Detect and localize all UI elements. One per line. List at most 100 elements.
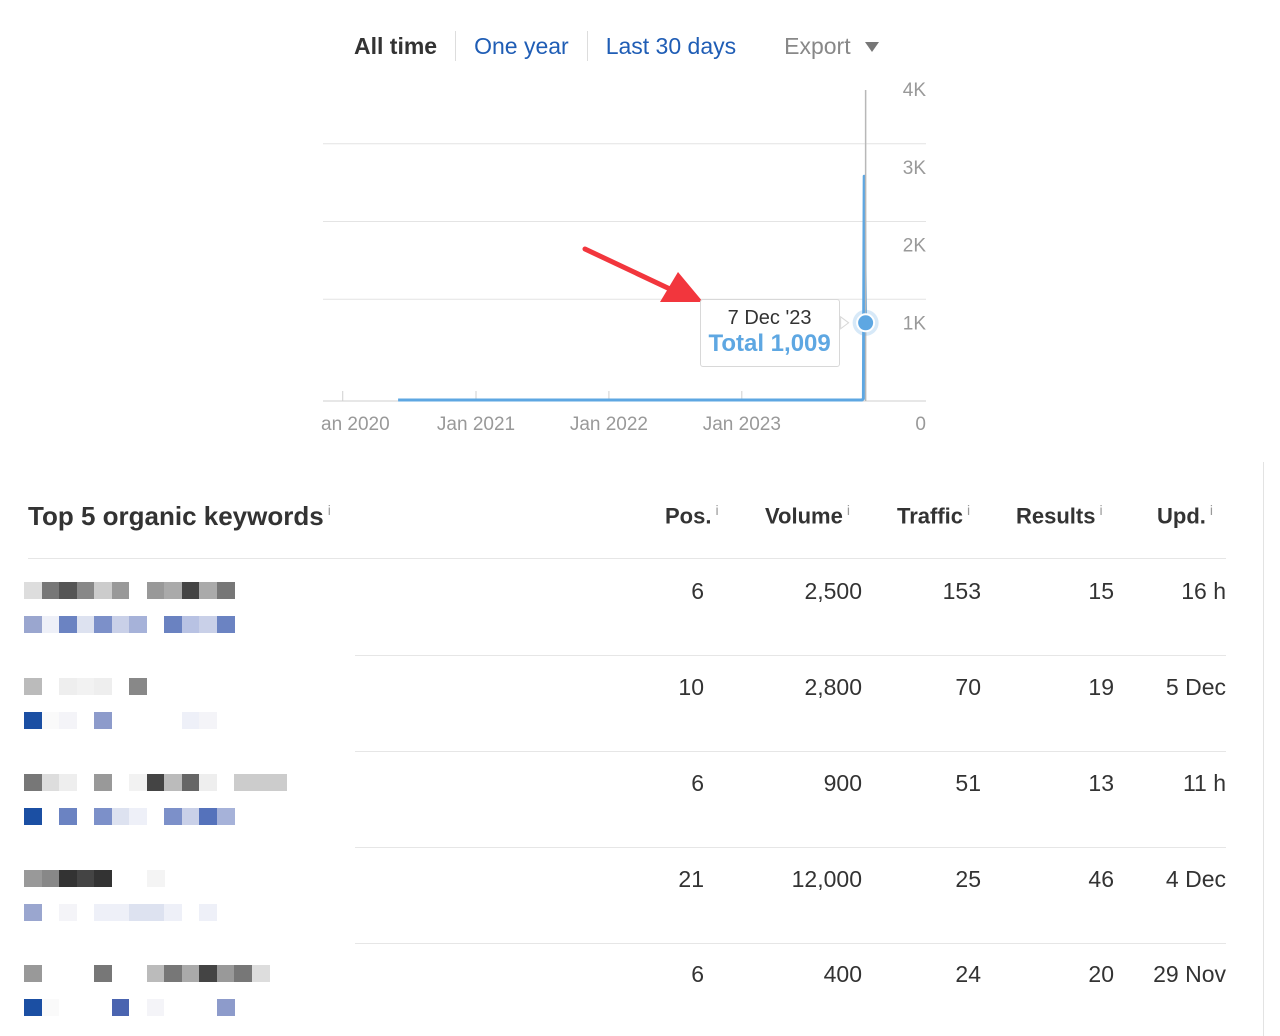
mosaic-pixel — [164, 582, 182, 599]
cell-pos: 10 — [678, 674, 704, 700]
mosaic-pixel — [111, 999, 130, 1016]
x-tick-label: an 2020 — [321, 414, 390, 435]
mosaic-pixel — [216, 616, 235, 633]
mosaic-pixel — [269, 774, 287, 791]
mosaic-pixel — [24, 774, 42, 791]
mosaic-pixel — [199, 774, 217, 791]
mosaic-pixel — [111, 774, 130, 791]
mosaic-pixel — [216, 774, 235, 791]
tab-one-year[interactable]: One year — [456, 30, 587, 62]
table-row[interactable]: 6 900 51 13 11 h — [0, 752, 1280, 848]
mosaic-pixel — [59, 870, 77, 887]
mosaic-pixel — [94, 582, 112, 599]
mosaic-pixel — [41, 808, 60, 825]
annotation-arrow-shaft — [582, 246, 675, 293]
mosaic-pixel — [199, 712, 217, 729]
info-icon[interactable]: i — [967, 502, 970, 518]
y-tick-label: 1K — [903, 313, 927, 334]
cell-pos: 6 — [691, 578, 704, 604]
table-row[interactable]: 6 2,500 153 15 16 h — [0, 560, 1280, 656]
mosaic-pixel — [181, 616, 200, 633]
column-volume[interactable]: Volume i — [765, 502, 850, 529]
x-tick-label: Jan 2023 — [703, 414, 781, 435]
mosaic-pixel — [251, 965, 270, 982]
mosaic-pixel — [146, 870, 165, 887]
cell-traffic: 25 — [955, 866, 981, 892]
mosaic-pixel — [146, 808, 165, 825]
mosaic-pixel — [129, 582, 147, 599]
range-selector: All time One year Last 30 days Export — [354, 28, 879, 64]
tab-all-time[interactable]: All time — [354, 30, 455, 62]
tooltip-total: Total 1,009 — [708, 329, 831, 357]
mosaic-pixel — [216, 808, 235, 825]
mosaic-pixel — [41, 678, 60, 695]
mosaic-pixel — [41, 870, 60, 887]
info-icon[interactable]: i — [715, 502, 718, 518]
table-row[interactable]: 21 12,000 25 46 4 Dec — [0, 848, 1280, 944]
mosaic-pixel — [76, 870, 95, 887]
info-icon[interactable]: i — [328, 502, 331, 518]
mosaic-pixel — [181, 965, 200, 982]
column-traffic[interactable]: Traffic i — [897, 502, 970, 529]
info-icon[interactable]: i — [1210, 502, 1213, 518]
mosaic-pixel — [129, 904, 147, 921]
mosaic-pixel — [59, 616, 77, 633]
mosaic-pixel — [199, 904, 217, 921]
export-dropdown[interactable]: Export — [784, 33, 879, 60]
mosaic-pixel — [94, 999, 112, 1016]
info-icon[interactable]: i — [847, 502, 850, 518]
table-row[interactable]: 6 400 24 20 29 Nov — [0, 943, 1280, 1036]
mosaic-pixel — [59, 774, 77, 791]
mosaic-pixel — [129, 965, 147, 982]
mosaic-pixel — [76, 904, 95, 921]
mosaic-pixel — [76, 965, 95, 982]
cell-pos: 6 — [691, 770, 704, 796]
mosaic-pixel — [146, 999, 165, 1016]
mosaic-pixel — [94, 774, 112, 791]
table-row[interactable]: 10 2,800 70 19 5 Dec — [0, 656, 1280, 752]
mosaic-pixel — [24, 870, 42, 887]
mosaic-pixel — [59, 678, 77, 695]
column-results[interactable]: Results i — [1016, 502, 1103, 529]
cell-volume: 12,000 — [791, 866, 862, 892]
cell-volume: 400 — [823, 961, 862, 987]
mosaic-pixel — [94, 678, 112, 695]
mosaic-pixel — [24, 904, 42, 921]
mosaic-pixel — [164, 999, 182, 1016]
mosaic-pixel — [129, 808, 147, 825]
mosaic-pixel — [111, 712, 130, 729]
mosaic-pixel — [146, 712, 165, 729]
column-pos[interactable]: Pos. i — [665, 502, 719, 529]
mosaic-pixel — [94, 870, 112, 887]
mosaic-pixel — [94, 965, 112, 982]
mosaic-pixel — [129, 678, 147, 695]
mosaic-pixel — [129, 616, 147, 633]
mosaic-pixel — [59, 808, 77, 825]
mosaic-pixel — [199, 808, 217, 825]
mosaic-pixel — [76, 808, 95, 825]
mosaic-pixel — [146, 582, 165, 599]
mosaic-pixel — [199, 965, 217, 982]
header-divider — [28, 558, 1226, 559]
mosaic-pixel — [181, 712, 200, 729]
chart-tooltip: 7 Dec '23 Total 1,009 — [699, 298, 840, 367]
tooltip-date: 7 Dec '23 — [727, 306, 812, 329]
caret-down-icon — [864, 42, 879, 52]
mosaic-pixel — [24, 965, 42, 982]
mosaic-pixel — [76, 582, 95, 599]
column-upd[interactable]: Upd. i — [1157, 502, 1213, 529]
info-icon[interactable]: i — [1099, 502, 1102, 518]
mosaic-pixel — [76, 774, 95, 791]
mosaic-pixel — [24, 712, 42, 729]
tab-last-30-days[interactable]: Last 30 days — [588, 30, 754, 62]
mosaic-pixel — [181, 808, 200, 825]
mosaic-pixel — [59, 965, 77, 982]
cell-upd: 4 Dec — [1165, 866, 1226, 892]
mosaic-pixel — [59, 582, 77, 599]
mosaic-pixel — [41, 904, 60, 921]
mosaic-pixel — [41, 712, 60, 729]
mosaic-pixel — [41, 582, 60, 599]
y-tick-label: 4K — [903, 80, 927, 101]
mosaic-pixel — [94, 808, 112, 825]
cell-pos: 21 — [678, 866, 704, 892]
